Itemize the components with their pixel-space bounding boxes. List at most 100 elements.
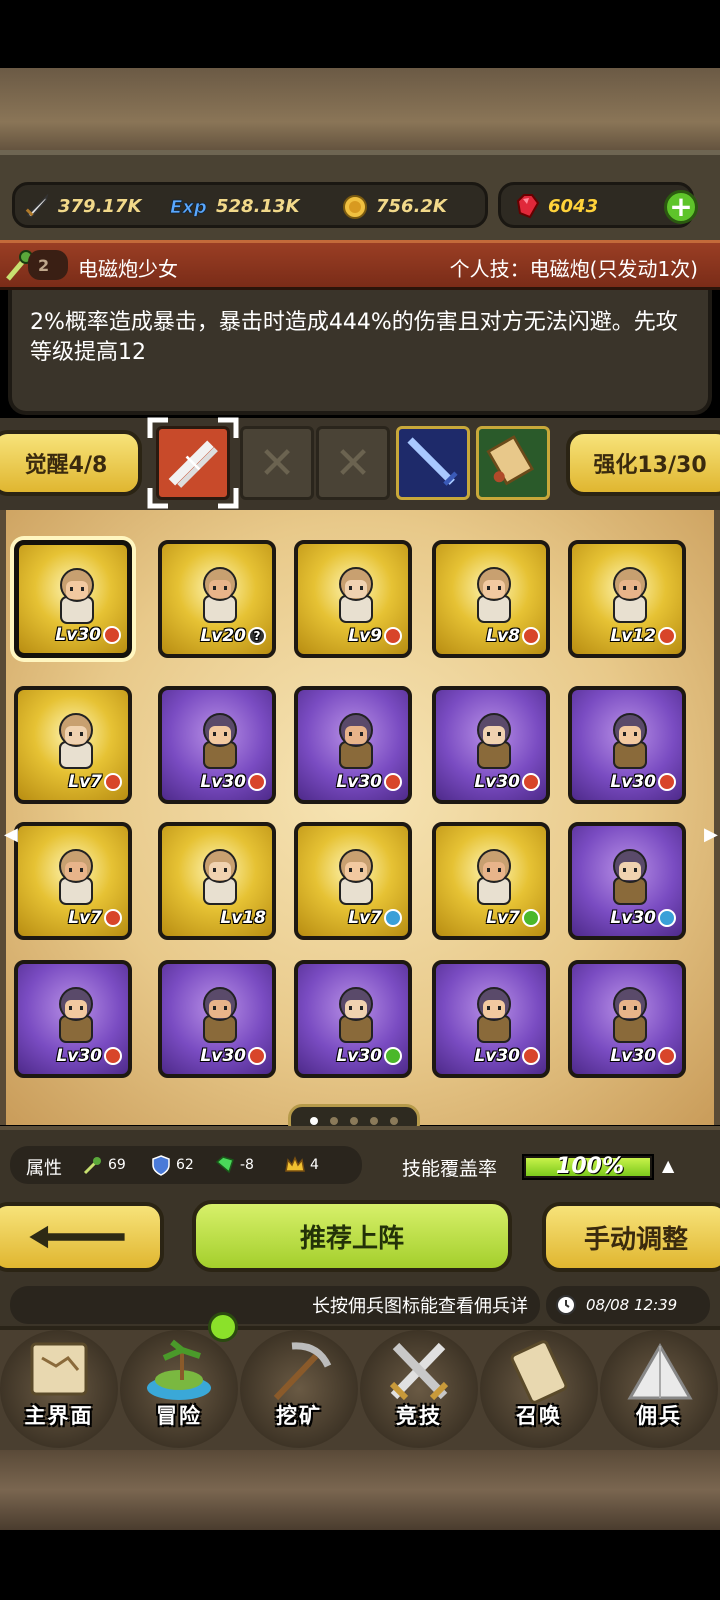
crown-icon bbox=[285, 1156, 305, 1172]
hero-level: Lv7 bbox=[68, 906, 122, 930]
gold-coin-icon bbox=[343, 195, 367, 219]
hero-card[interactable]: Lv30 bbox=[14, 960, 132, 1078]
hero-card[interactable]: Lv7 bbox=[14, 686, 132, 804]
equip-slot-blue-sword[interactable] bbox=[396, 426, 470, 500]
hero-level: Lv30 bbox=[55, 623, 121, 647]
ticker-row: 长按佣兵图标能查看佣兵详 08/08 12:39 bbox=[0, 1278, 720, 1330]
red-badge-icon bbox=[104, 909, 122, 927]
page-dot bbox=[390, 1117, 398, 1125]
hero-card[interactable]: Lv18 bbox=[158, 822, 276, 940]
red-badge-icon bbox=[522, 1047, 540, 1065]
hero-card[interactable]: Lv30 bbox=[14, 540, 132, 658]
hero-level-text: Lv30 bbox=[474, 772, 520, 792]
hero-card[interactable]: Lv30 bbox=[432, 686, 550, 804]
manual-adjust-button[interactable]: 手动调整 bbox=[542, 1202, 720, 1272]
hero-maid-icon bbox=[59, 849, 93, 905]
hero-level-text: Lv30 bbox=[200, 1046, 246, 1066]
back-arrow-icon bbox=[29, 1225, 125, 1249]
clock: 08/08 12:39 bbox=[546, 1286, 710, 1324]
hero-bald-man-icon bbox=[339, 849, 373, 905]
nav-item-island[interactable]: 冒险 bbox=[120, 1330, 238, 1448]
skill-name: 电磁炮少女 bbox=[78, 257, 178, 281]
hero-card[interactable]: Lv30 bbox=[568, 960, 686, 1078]
coverage-bar: 100% bbox=[522, 1154, 654, 1180]
crossed-swords-icon bbox=[389, 1342, 449, 1401]
nav-item-crossed-swords[interactable]: 竞技 bbox=[360, 1330, 478, 1448]
awaken-button[interactable]: 觉醒4/8 bbox=[0, 430, 142, 496]
hero-level: Lv30 bbox=[200, 1044, 266, 1068]
island-icon bbox=[147, 1339, 211, 1400]
hero-level: Lv7 bbox=[486, 906, 540, 930]
hero-card[interactable]: Lv30 bbox=[158, 960, 276, 1078]
hero-card[interactable]: Lv30 bbox=[568, 686, 686, 804]
nav-item-tent[interactable]: 佣兵 bbox=[600, 1330, 718, 1448]
gem-value: 6043 bbox=[548, 195, 599, 217]
blue-badge-icon bbox=[658, 909, 676, 927]
hero-level: Lv30 bbox=[610, 906, 676, 930]
blue-badge-icon bbox=[384, 909, 402, 927]
nav-item-summon-scroll[interactable]: 召唤 bbox=[480, 1330, 598, 1448]
add-gems-button[interactable]: + bbox=[664, 190, 698, 224]
crown-stat: 4 bbox=[284, 1154, 319, 1176]
hero-card[interactable]: Lv30 bbox=[568, 822, 686, 940]
nav-label: 挖矿 bbox=[276, 1404, 322, 1428]
hero-card[interactable]: Lv30 bbox=[158, 686, 276, 804]
recommend-lineup-button[interactable]: 推荐上阵 bbox=[192, 1200, 512, 1272]
red-badge-icon bbox=[384, 773, 402, 791]
gold-value: 756.2K bbox=[376, 195, 447, 217]
equip-slot-empty[interactable]: ✕ bbox=[316, 426, 390, 500]
hero-level-text: Lv7 bbox=[68, 908, 102, 928]
hero-card[interactable]: Lv7 bbox=[14, 822, 132, 940]
hero-card[interactable]: Lv30 bbox=[432, 960, 550, 1078]
hero-card[interactable]: Lv7 bbox=[294, 822, 412, 940]
hero-level-text: Lv12 bbox=[610, 626, 656, 646]
defense-value: 62 bbox=[176, 1157, 194, 1173]
hero-card[interactable]: Lv20? bbox=[158, 540, 276, 658]
hero-level: Lv30 bbox=[336, 770, 402, 794]
hero-level-text: Lv30 bbox=[610, 908, 656, 928]
expand-arrow-icon[interactable]: ▲ bbox=[662, 1156, 674, 1175]
page-left-arrow[interactable]: ◀ bbox=[4, 824, 18, 846]
skill-level: 2 bbox=[28, 250, 68, 280]
nature-icon bbox=[83, 1157, 101, 1175]
help-badge-icon: ? bbox=[248, 627, 266, 645]
hero-level-text: Lv30 bbox=[474, 1046, 520, 1066]
attack-value: 379.17K bbox=[58, 195, 142, 217]
hero-bearded-sage-icon bbox=[203, 713, 237, 769]
skill-description: 2%概率造成暴击，暴击时造成444%的伤害且对方无法闪避。先攻等级提高12 bbox=[30, 310, 678, 365]
hero-card[interactable]: Lv9 bbox=[294, 540, 412, 658]
pickaxe-icon bbox=[273, 1342, 332, 1401]
red-badge-icon bbox=[104, 773, 122, 791]
hero-orange-hair-boy-icon bbox=[203, 849, 237, 905]
page-right-arrow[interactable]: ▶ bbox=[704, 824, 718, 846]
enhance-button[interactable]: 强化13/30 bbox=[566, 430, 720, 496]
tent-icon bbox=[627, 1342, 693, 1400]
hero-level: Lv20? bbox=[200, 624, 266, 648]
notification-dot bbox=[208, 1312, 238, 1342]
nav-item-map-scroll[interactable]: 主界面 bbox=[0, 1330, 118, 1448]
attribute-label: 属性 bbox=[26, 1158, 62, 1179]
hero-green-general-icon bbox=[203, 987, 237, 1043]
hero-card[interactable]: Lv30 bbox=[294, 686, 412, 804]
nav-item-pickaxe[interactable]: 挖矿 bbox=[240, 1330, 358, 1448]
hero-white-hair-elder-icon bbox=[613, 567, 647, 623]
hero-card[interactable]: Lv7 bbox=[432, 822, 550, 940]
map-background-bottom bbox=[0, 1450, 720, 1530]
summon-scroll-icon bbox=[510, 1340, 568, 1404]
hero-card[interactable]: Lv12 bbox=[568, 540, 686, 658]
equip-slot-scroll[interactable] bbox=[476, 426, 550, 500]
skill-header: 2 电磁炮少女 个人技：电磁炮(只发动1次) bbox=[0, 240, 720, 290]
hero-white-hair-elder-icon bbox=[59, 713, 93, 769]
hero-level-text: Lv30 bbox=[200, 772, 246, 792]
hero-card[interactable]: Lv8 bbox=[432, 540, 550, 658]
equip-slot-empty[interactable]: ✕ bbox=[240, 426, 314, 500]
hero-card[interactable]: Lv30 bbox=[294, 960, 412, 1078]
exp-value: 528.13K bbox=[216, 195, 300, 217]
map-scroll-icon bbox=[30, 1342, 88, 1396]
hero-eagle-totem-icon bbox=[203, 567, 237, 623]
back-button[interactable] bbox=[0, 1202, 164, 1272]
sword-icon bbox=[25, 193, 49, 218]
hero-blue-hair-knight-icon bbox=[613, 713, 647, 769]
hero-level: Lv30 bbox=[200, 770, 266, 794]
hero-white-hair-elder-icon bbox=[477, 567, 511, 623]
